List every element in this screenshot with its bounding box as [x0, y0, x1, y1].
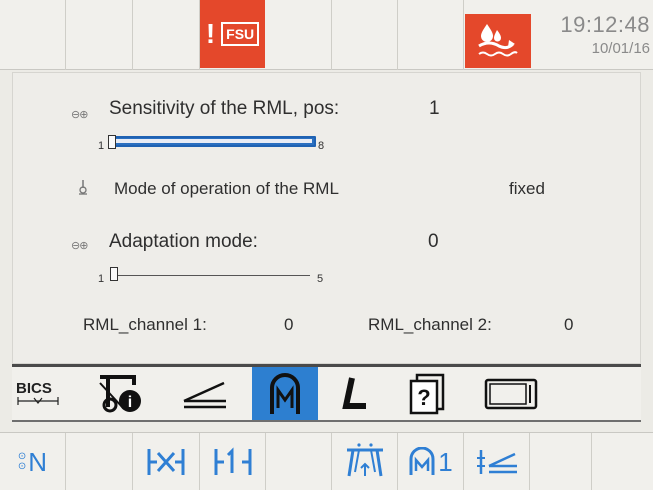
bartack-cross-icon [147, 449, 185, 475]
top-softkey-6[interactable] [332, 0, 398, 70]
clock-time: 19:12:48 [560, 12, 650, 37]
channel1-label: RML_channel 1: [83, 315, 207, 334]
stitch-marks-icon: ⊙ ⊙ [17, 451, 27, 472]
adaptation-slider[interactable] [110, 275, 310, 276]
sensitivity-min: 1 [98, 140, 105, 152]
softkey-n[interactable]: ⊙ ⊙ N [0, 433, 66, 490]
mode-value[interactable]: fixed [509, 179, 545, 199]
slope-icon [183, 381, 226, 408]
adaptation-max: 5 [317, 273, 324, 285]
top-softkey-1[interactable] [0, 0, 66, 70]
svg-text:i: i [128, 394, 132, 411]
sensitivity-value[interactable]: 1 [429, 98, 440, 120]
top-softkey-5[interactable] [266, 0, 332, 70]
machine-m-icon [409, 447, 435, 475]
fsu-warning-button[interactable]: ! FSU [200, 0, 265, 68]
softkey-m1-index: 1 [438, 446, 453, 477]
tab-display[interactable] [466, 367, 556, 420]
adaptation-label: Adaptation mode: [109, 231, 258, 252]
adaptation-value[interactable]: 0 [428, 231, 439, 253]
adaptation-slider-thumb[interactable] [110, 267, 118, 281]
tab-help[interactable]: ? [394, 367, 460, 420]
channel1-value: 0 [284, 315, 294, 334]
top-softkey-7[interactable] [398, 0, 464, 70]
softkey-machine-m1[interactable]: 1 [398, 433, 464, 490]
presser-foot-icon [346, 443, 383, 477]
machine-m-icon [270, 372, 300, 414]
sensitivity-slider-thumb[interactable] [108, 135, 116, 149]
tab-l-shape[interactable] [322, 367, 388, 420]
hand-wheel-icon [79, 180, 87, 195]
sensitivity-max: 8 [318, 140, 325, 152]
bartack-single-icon [214, 447, 251, 475]
clock: 19:12:48 10/01/16 [538, 12, 650, 57]
bics-label: BICS [16, 380, 52, 397]
softkey-empty-2[interactable] [266, 433, 332, 490]
channel2-label: RML_channel 2: [368, 315, 492, 334]
oil-alarm-button[interactable] [465, 14, 531, 68]
thread-slope-icon [476, 450, 517, 474]
bics-arrow-icon [17, 397, 59, 405]
l-shape-icon [342, 376, 366, 409]
adaptation-min: 1 [98, 273, 105, 285]
eye-icon: ⊖⊕ [71, 240, 88, 252]
top-softkey-3[interactable] [133, 0, 200, 70]
sensitivity-label: Sensitivity of the RML, pos: [109, 98, 340, 119]
softkey-presser[interactable] [332, 433, 398, 490]
sensitivity-slider[interactable] [108, 136, 316, 147]
softkey-bar: ⊙ ⊙ N 1 [0, 432, 653, 490]
status-bar: ! FSU 19:12:48 10/01/16 [0, 0, 653, 70]
help-document-icon: ? [409, 373, 445, 414]
channel2-value: 0 [564, 315, 574, 334]
softkey-empty-3[interactable] [530, 433, 592, 490]
softkey-bartack-cross[interactable] [133, 433, 200, 490]
display-icon [484, 378, 538, 409]
eye-icon: ⊖⊕ [71, 109, 88, 121]
softkey-thread-slope[interactable] [464, 433, 530, 490]
tab-machine-info[interactable]: i [88, 367, 160, 420]
softkey-empty-4[interactable] [592, 433, 653, 490]
fsu-icon: FSU [221, 22, 260, 46]
top-softkey-2[interactable] [66, 0, 133, 70]
water-drop-alarm-icon [478, 24, 518, 57]
tab-slope[interactable] [162, 367, 248, 420]
rml-settings-panel: ⊖⊕ Sensitivity of the RML, pos: 1 1 8 Mo… [12, 72, 641, 364]
tab-bics[interactable]: BICS [16, 367, 86, 420]
svg-text:?: ? [417, 385, 430, 410]
softkey-n-label: N [28, 446, 48, 477]
tab-machine-m[interactable] [252, 367, 318, 420]
clock-date: 10/01/16 [591, 40, 650, 57]
warning-exclaim: ! [205, 18, 216, 49]
function-tab-bar: BICS i ? [12, 364, 641, 422]
mode-label: Mode of operation of the RML [114, 179, 339, 198]
softkey-empty-1[interactable] [66, 433, 133, 490]
softkey-bartack-single[interactable] [200, 433, 266, 490]
sewing-machine-info-icon: i [99, 374, 141, 412]
